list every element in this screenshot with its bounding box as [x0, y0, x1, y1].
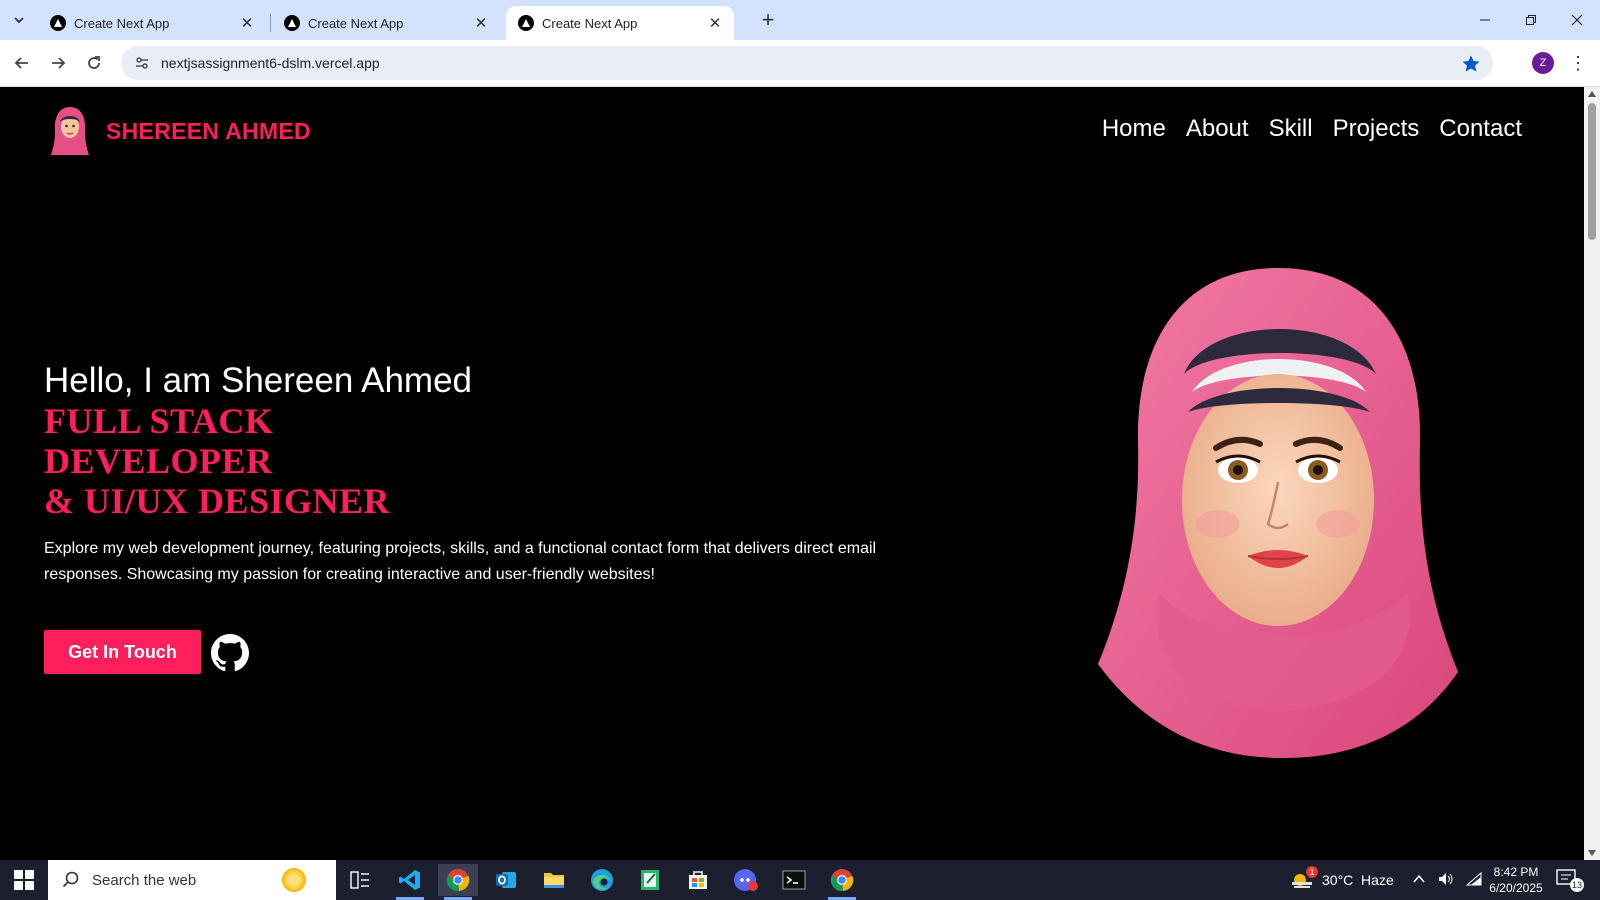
back-button[interactable]: [8, 49, 36, 77]
close-icon: [1571, 14, 1583, 26]
address-bar[interactable]: nextjsassignment6-dslm.vercel.app: [121, 46, 1493, 80]
browser-tab[interactable]: Create Next App ✕: [272, 6, 500, 40]
hero-greeting: Hello, I am Shereen Ahmed: [44, 361, 473, 400]
volume-icon[interactable]: [1438, 872, 1454, 889]
vscode-icon[interactable]: [390, 864, 430, 900]
minimize-button[interactable]: [1462, 6, 1508, 34]
weather-widget[interactable]: 1 30°C Haze: [1290, 860, 1394, 900]
page-scrollbar[interactable]: [1584, 87, 1600, 860]
new-tab-button[interactable]: +: [756, 9, 780, 33]
weather-badge: 1: [1306, 866, 1318, 878]
system-clock[interactable]: 8:42 PM 6/20/2025: [1488, 864, 1544, 896]
reload-icon: [88, 56, 100, 69]
bookmark-star-icon[interactable]: [1461, 54, 1481, 74]
profile-avatar[interactable]: Z: [1532, 52, 1554, 74]
nav-link-home[interactable]: Home: [1102, 115, 1166, 143]
tab-title: Create Next App: [308, 15, 404, 31]
brand-name: SHEREEN AHMED: [106, 117, 311, 144]
search-highlight-icon: [282, 868, 306, 892]
minimize-icon: [1480, 19, 1490, 21]
brand[interactable]: SHEREEN AHMED: [50, 105, 311, 157]
close-icon[interactable]: ✕: [706, 14, 724, 32]
nextjs-favicon-icon: [50, 15, 66, 31]
reload-button[interactable]: [80, 49, 108, 77]
hero-title-line: & UI/UX DESIGNER: [44, 481, 391, 521]
outlook-icon[interactable]: [486, 864, 526, 896]
restore-button[interactable]: [1508, 6, 1554, 34]
arrow-left-icon: [14, 57, 28, 69]
hero-title-line: FULL STACK: [44, 401, 274, 441]
chevron-down-icon: [14, 17, 24, 24]
profile-portrait-image: [1098, 268, 1458, 758]
hero-title: FULL STACK DEVELOPER & UI/UX DESIGNER: [44, 401, 390, 521]
chrome-profile-icon[interactable]: [822, 864, 862, 900]
nav-link-contact[interactable]: Contact: [1439, 115, 1522, 143]
avatar-logo-icon: [51, 107, 89, 155]
task-view-icon[interactable]: [340, 864, 380, 896]
browser-menu-icon[interactable]: ⋮: [1568, 49, 1588, 77]
site-info-icon[interactable]: [131, 52, 153, 74]
scrollbar-thumb[interactable]: [1588, 103, 1596, 240]
arrow-right-icon: [52, 57, 66, 69]
hero-description: Explore my web development journey, feat…: [44, 540, 877, 583]
edge-icon[interactable]: [582, 864, 622, 896]
store-icon[interactable]: [678, 864, 718, 896]
clock-date: 6/20/2025: [1489, 881, 1543, 895]
tab-search-button[interactable]: [6, 8, 32, 32]
chrome-icon[interactable]: [438, 864, 478, 900]
tab-title: Create Next App: [542, 15, 638, 31]
search-placeholder: Search the web: [92, 871, 197, 889]
windows-taskbar: Search the web 1 30°C Haze 8:42 PM 6/20/…: [0, 860, 1600, 900]
nav-link-projects[interactable]: Projects: [1333, 115, 1420, 143]
weather-text: 30°C Haze: [1322, 872, 1394, 888]
notification-count: 13: [1570, 878, 1584, 892]
close-icon[interactable]: ✕: [472, 14, 490, 32]
system-tray: [1412, 860, 1482, 900]
file-explorer-icon[interactable]: [534, 864, 574, 896]
main-nav: Home About Skill Projects Contact: [1102, 115, 1522, 143]
clock-time: 8:42 PM: [1493, 865, 1539, 879]
search-icon: [62, 871, 79, 888]
browser-tab[interactable]: Create Next App ✕: [38, 6, 266, 40]
tab-title: Create Next App: [74, 15, 170, 31]
notepad-icon[interactable]: [630, 864, 670, 896]
scroll-up-icon[interactable]: [1588, 91, 1596, 97]
github-icon[interactable]: [211, 634, 249, 672]
nav-link-about[interactable]: About: [1186, 115, 1249, 143]
nav-link-skill[interactable]: Skill: [1269, 115, 1313, 143]
get-in-touch-button[interactable]: Get In Touch: [44, 630, 201, 674]
tab-separator: [270, 14, 271, 32]
windows-start-icon[interactable]: [14, 870, 34, 890]
close-window-button[interactable]: [1554, 6, 1600, 34]
restore-icon: [1526, 15, 1536, 25]
scroll-down-icon[interactable]: [1588, 850, 1596, 856]
terminal-icon[interactable]: [774, 864, 814, 896]
hero-title-line: DEVELOPER: [44, 441, 273, 481]
notification-center-icon[interactable]: 13: [1556, 868, 1584, 892]
browser-tab-strip: Create Next App ✕ Create Next App ✕ Crea…: [0, 0, 1600, 40]
url-text: nextjsassignment6-dslm.vercel.app: [161, 55, 380, 71]
weather-icon: 1: [1290, 866, 1318, 890]
page-viewport: SHEREEN AHMED Home About Skill Projects …: [0, 87, 1584, 860]
discord-icon[interactable]: [726, 864, 766, 896]
browser-toolbar: nextjsassignment6-dslm.vercel.app: [0, 40, 1600, 87]
nextjs-favicon-icon: [518, 15, 534, 31]
chevron-up-icon[interactable]: [1412, 872, 1426, 889]
browser-tab-active[interactable]: Create Next App ✕: [506, 6, 734, 40]
taskbar-search-box[interactable]: Search the web: [48, 860, 336, 900]
nextjs-favicon-icon: [284, 15, 300, 31]
wifi-icon[interactable]: [1465, 871, 1482, 889]
forward-button[interactable]: [44, 49, 72, 77]
close-icon[interactable]: ✕: [238, 14, 256, 32]
